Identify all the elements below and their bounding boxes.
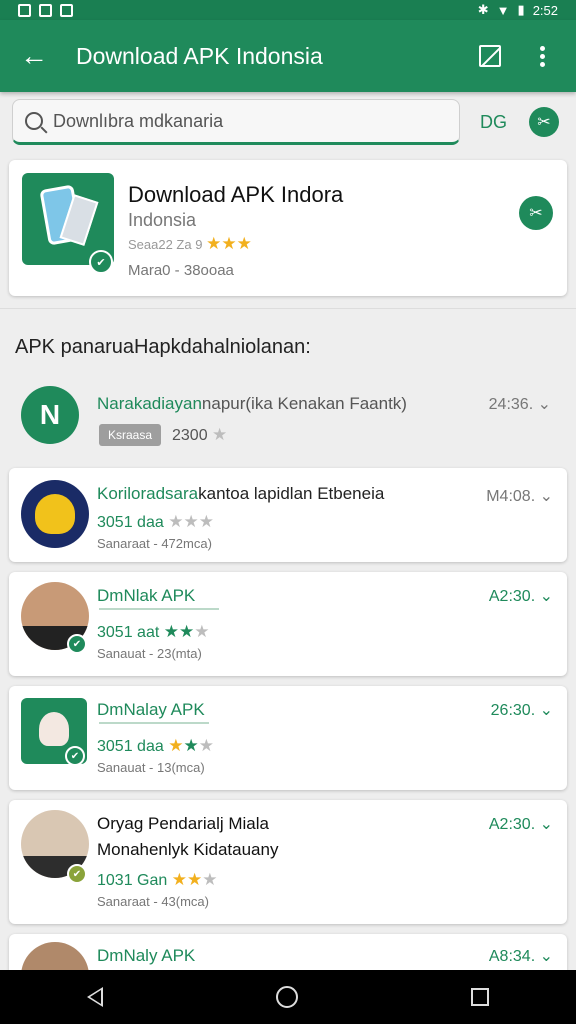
verified-badge-icon: ✔ (65, 746, 85, 766)
star-icon: ★ (198, 512, 214, 531)
wifi-icon: ▼ (496, 2, 510, 18)
verified-badge-icon: ✔ (67, 864, 87, 884)
back-arrow-icon[interactable]: ← (14, 36, 54, 76)
star-icon: ★ (202, 870, 218, 889)
list-item-rating: 3051 daa ★★★ (97, 512, 214, 531)
list-item[interactable]: N Narakadiayannapur(ika Kenakan Faantk) … (9, 378, 567, 460)
featured-rating: Seaa22 Za 9 ★★★ (128, 234, 252, 253)
section-title: APK panaruaHapkdahalniolanan: (15, 336, 311, 358)
notification-icon (18, 3, 31, 17)
status-icons-left (18, 3, 73, 17)
list-item[interactable]: Koriloradsarakantoa lapidlan Etbeneia 30… (9, 468, 567, 562)
star-icon: ★ (183, 736, 199, 755)
star-icon: ★ (178, 622, 195, 641)
star-icon: ★ (171, 870, 187, 889)
list-item-time[interactable]: M4:08. ⌄ (486, 486, 553, 506)
star-icon: ★ (198, 736, 214, 755)
more-vert-icon[interactable] (522, 36, 562, 76)
list-item-meta: Sanaraat - 43(mca) (97, 894, 209, 909)
settings-round-icon[interactable]: ✂ (529, 107, 559, 137)
divider (99, 608, 219, 610)
featured-title: Download APK Indora (128, 182, 344, 207)
app-avatar (21, 480, 89, 548)
star-icon: ★ (221, 234, 237, 253)
star-icon: ★ (168, 512, 184, 531)
star-icon: ★ (168, 736, 184, 755)
list-item-name: DmNlak APK (97, 586, 196, 605)
list-item-time[interactable]: A2:30. ⌄ (489, 814, 553, 834)
search-input-value: Downlıbra mdkanaria (53, 110, 224, 131)
status-bar: ✱ ▼ ▮ 2:52 (0, 0, 576, 20)
list-item-name: DmNalay APK (97, 700, 205, 719)
list-item-name-line2: Monahenlyk Kidatauany (97, 840, 279, 859)
verified-badge-icon: ✔ (89, 250, 113, 274)
nav-recents-icon[interactable] (471, 988, 490, 1006)
filter-label[interactable]: DG (480, 112, 507, 133)
list-item-time[interactable]: 26:30. ⌄ (491, 700, 553, 720)
featured-size: Mara0 - 38ooaa (128, 262, 234, 279)
search-input[interactable]: Downlıbra mdkanaria (12, 99, 460, 145)
star-icon: ★ (186, 870, 203, 889)
list-item-meta: Sanauat - 23(mta) (97, 646, 202, 661)
nav-back-icon[interactable] (86, 987, 103, 1007)
star-icon: ★ (212, 425, 228, 444)
star-icon: ★ (206, 234, 222, 253)
list-item-name: Koriloradsarakantoa lapidlan Etbeneia (97, 484, 385, 503)
list-item-rating: 1031 Gan ★★★ (97, 870, 218, 889)
nav-home-icon[interactable] (275, 986, 298, 1008)
featured-subtitle: Indonsia (128, 210, 197, 230)
app-bar: ← Download APK Indonsia (0, 20, 576, 92)
category-pill: Ksraasa (99, 424, 161, 446)
search-row: Downlıbra mdkanaria DG ✂ (0, 92, 576, 152)
page-title: Download APK Indonsia (76, 42, 323, 69)
list-item-name: DmNaly APK (97, 946, 196, 965)
list-item[interactable]: ✔ Oryag Pendarialj Miala Monahenlyk Kida… (9, 800, 567, 924)
list-item-time[interactable]: A2:30. ⌄ (489, 586, 553, 606)
search-icon (25, 112, 43, 130)
notification-icon (60, 3, 73, 17)
divider (0, 308, 576, 309)
list-item-meta: Sanauat - 13(mca) (97, 760, 205, 775)
status-icons-right: ✱ ▼ ▮ 2:52 (478, 2, 558, 18)
download-button[interactable]: ✂ (519, 196, 553, 230)
edit-box-icon[interactable] (470, 36, 510, 76)
list-item[interactable]: ✔ DmNalay APK 3051 daa ★★★ Sanauat - 13(… (9, 686, 567, 790)
system-nav-bar (0, 970, 576, 1024)
status-time: 2:52 (532, 2, 558, 18)
app-logo-icon: N (21, 386, 79, 444)
featured-app-card[interactable]: ✔ Download APK Indora Indonsia Seaa22 Za… (9, 160, 567, 296)
list-item-meta: Sanaraat - 472mca) (97, 536, 212, 551)
list-item-name: Narakadiayannapur(ika Kenakan Faantk) (97, 394, 407, 413)
list-item-name: Oryag Pendarialj Miala (97, 814, 269, 833)
divider (99, 722, 209, 724)
star-icon: ★ (163, 622, 179, 641)
list-item-rating: 3051 aat ★★★ (97, 622, 210, 641)
star-icon: ★ (183, 512, 199, 531)
bluetooth-icon: ✱ (477, 2, 489, 17)
battery-icon: ▮ (517, 2, 525, 17)
list-item-rating: 3051 daa ★★★ (97, 736, 214, 755)
list-item-time[interactable]: A8:34. ⌄ (489, 946, 553, 966)
download-count: 2300 ★ (172, 425, 228, 444)
verified-badge-icon: ✔ (67, 634, 87, 654)
list-item[interactable]: ✔ DmNlak APK 3051 aat ★★★ Sanauat - 23(m… (9, 572, 567, 676)
star-icon: ★ (236, 234, 252, 253)
list-item-time[interactable]: 24:36. ⌄ (489, 394, 551, 414)
star-icon: ★ (194, 622, 210, 641)
notification-icon (39, 3, 52, 17)
